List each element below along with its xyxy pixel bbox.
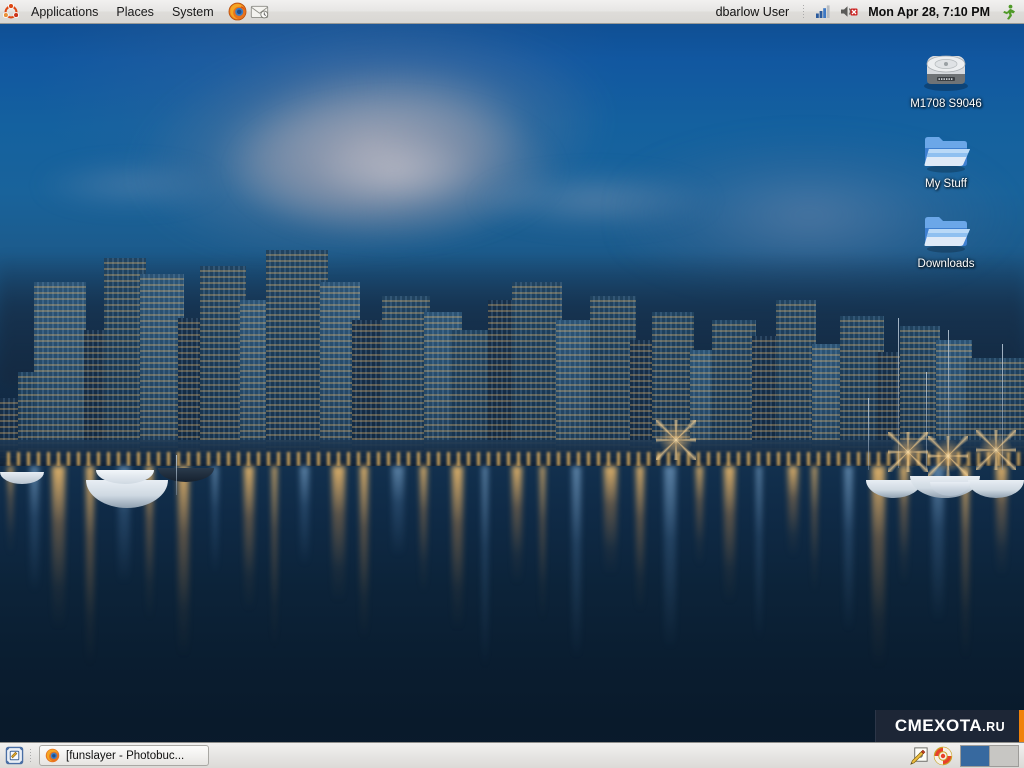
- light-reflection: [178, 466, 189, 658]
- light-reflection: [360, 466, 368, 640]
- mail-icon[interactable]: [249, 1, 271, 23]
- light-reflection: [272, 466, 277, 649]
- light-reflection: [696, 466, 703, 567]
- desktop-icon-label: Downloads: [915, 257, 978, 273]
- watermark-tld: .RU: [982, 720, 1005, 734]
- folder-icon: [898, 124, 994, 174]
- city-skyline: [0, 0, 1024, 480]
- light-reflection: [812, 466, 817, 595]
- folder-icon: [898, 204, 994, 254]
- top-panel: Applications Places System dbarlow User: [0, 0, 1024, 24]
- light-reflection: [420, 466, 427, 594]
- panel-separator: [30, 749, 31, 763]
- desktop-icon-drive[interactable]: M1708 S9046: [898, 44, 994, 113]
- building: [34, 282, 86, 466]
- light-starburst: [976, 430, 1016, 470]
- system-menu[interactable]: System: [164, 2, 222, 22]
- light-starburst: [888, 432, 928, 472]
- building: [266, 250, 328, 466]
- watermark-accent-bar: [1019, 710, 1024, 742]
- boat-hull: [86, 480, 168, 508]
- desktop-wallpaper[interactable]: [0, 0, 1024, 768]
- light-reflection: [452, 466, 463, 631]
- watermark: CMEXOTA.RU: [875, 710, 1024, 742]
- light-reflection: [540, 466, 545, 622]
- harbour-water: [0, 466, 1024, 768]
- taskbar-button-label: [funslayer - Photobuc...: [66, 750, 184, 762]
- light-reflection: [52, 466, 65, 630]
- places-menu[interactable]: Places: [108, 2, 162, 22]
- building: [512, 282, 562, 466]
- desktop-icon-label: My Stuff: [922, 177, 970, 193]
- ubuntu-logo-icon[interactable]: [0, 1, 22, 23]
- light-starburst: [928, 436, 968, 476]
- boat-hull: [968, 480, 1024, 498]
- light-starburst: [656, 420, 696, 460]
- light-reflection: [482, 466, 488, 668]
- light-reflection: [332, 466, 345, 603]
- panel-status-area: dbarlow User Mon Apr 28, 7:10 PM: [710, 1, 1024, 23]
- sailboat-mast: [868, 398, 869, 470]
- taskbar-button-firefox[interactable]: [funslayer - Photobuc...: [39, 745, 209, 766]
- applications-menu[interactable]: Applications: [23, 2, 106, 22]
- clock-label[interactable]: Mon Apr 28, 7:10 PM: [864, 5, 994, 19]
- hard-drive-icon: [898, 44, 994, 94]
- waterfront-lights: [0, 452, 1024, 466]
- light-reflection: [844, 466, 853, 632]
- light-reflection: [300, 466, 309, 566]
- light-reflection: [212, 466, 218, 575]
- bottom-panel: [funslayer - Photobuc... 9: [0, 742, 1024, 768]
- firefox-icon[interactable]: [227, 1, 249, 23]
- light-reflection: [512, 466, 522, 585]
- light-reflection: [604, 466, 617, 576]
- desktop-icon-label: M1708 S9046: [907, 97, 985, 113]
- watermark-name: CMEXOTA: [895, 716, 982, 735]
- workspace-1[interactable]: [961, 746, 989, 766]
- signal-bars-icon[interactable]: [812, 1, 834, 23]
- show-desktop-button[interactable]: [3, 745, 25, 767]
- light-reflection: [572, 466, 581, 659]
- logout-runner-icon[interactable]: [998, 1, 1020, 23]
- light-reflection: [788, 466, 798, 558]
- user-name-label[interactable]: dbarlow User: [710, 5, 796, 19]
- desktop-icon-my-stuff[interactable]: My Stuff: [898, 124, 994, 193]
- firefox-icon: [45, 748, 60, 763]
- sailboat-mast: [176, 455, 177, 495]
- workspace-2[interactable]: [990, 746, 1018, 766]
- desktop-screen: Applications Places System dbarlow User: [0, 0, 1024, 768]
- watermark-text: CMEXOTA.RU: [895, 716, 1005, 736]
- light-reflection: [392, 466, 404, 557]
- light-reflection: [636, 466, 644, 613]
- light-reflection: [962, 466, 969, 660]
- lifesaver-icon[interactable]: [932, 745, 954, 767]
- desktop-icon-downloads[interactable]: Downloads: [898, 204, 994, 273]
- light-reflection: [664, 466, 676, 650]
- light-reflection: [756, 466, 762, 641]
- note-pencil-icon[interactable]: 9: [908, 745, 930, 767]
- panel-separator: [803, 5, 804, 19]
- bottom-tray: 9: [908, 745, 1022, 767]
- workspace-switcher[interactable]: [960, 745, 1019, 767]
- light-reflection: [724, 466, 735, 604]
- speaker-muted-icon[interactable]: [838, 1, 860, 23]
- light-reflection: [30, 466, 39, 593]
- light-reflection: [244, 466, 254, 612]
